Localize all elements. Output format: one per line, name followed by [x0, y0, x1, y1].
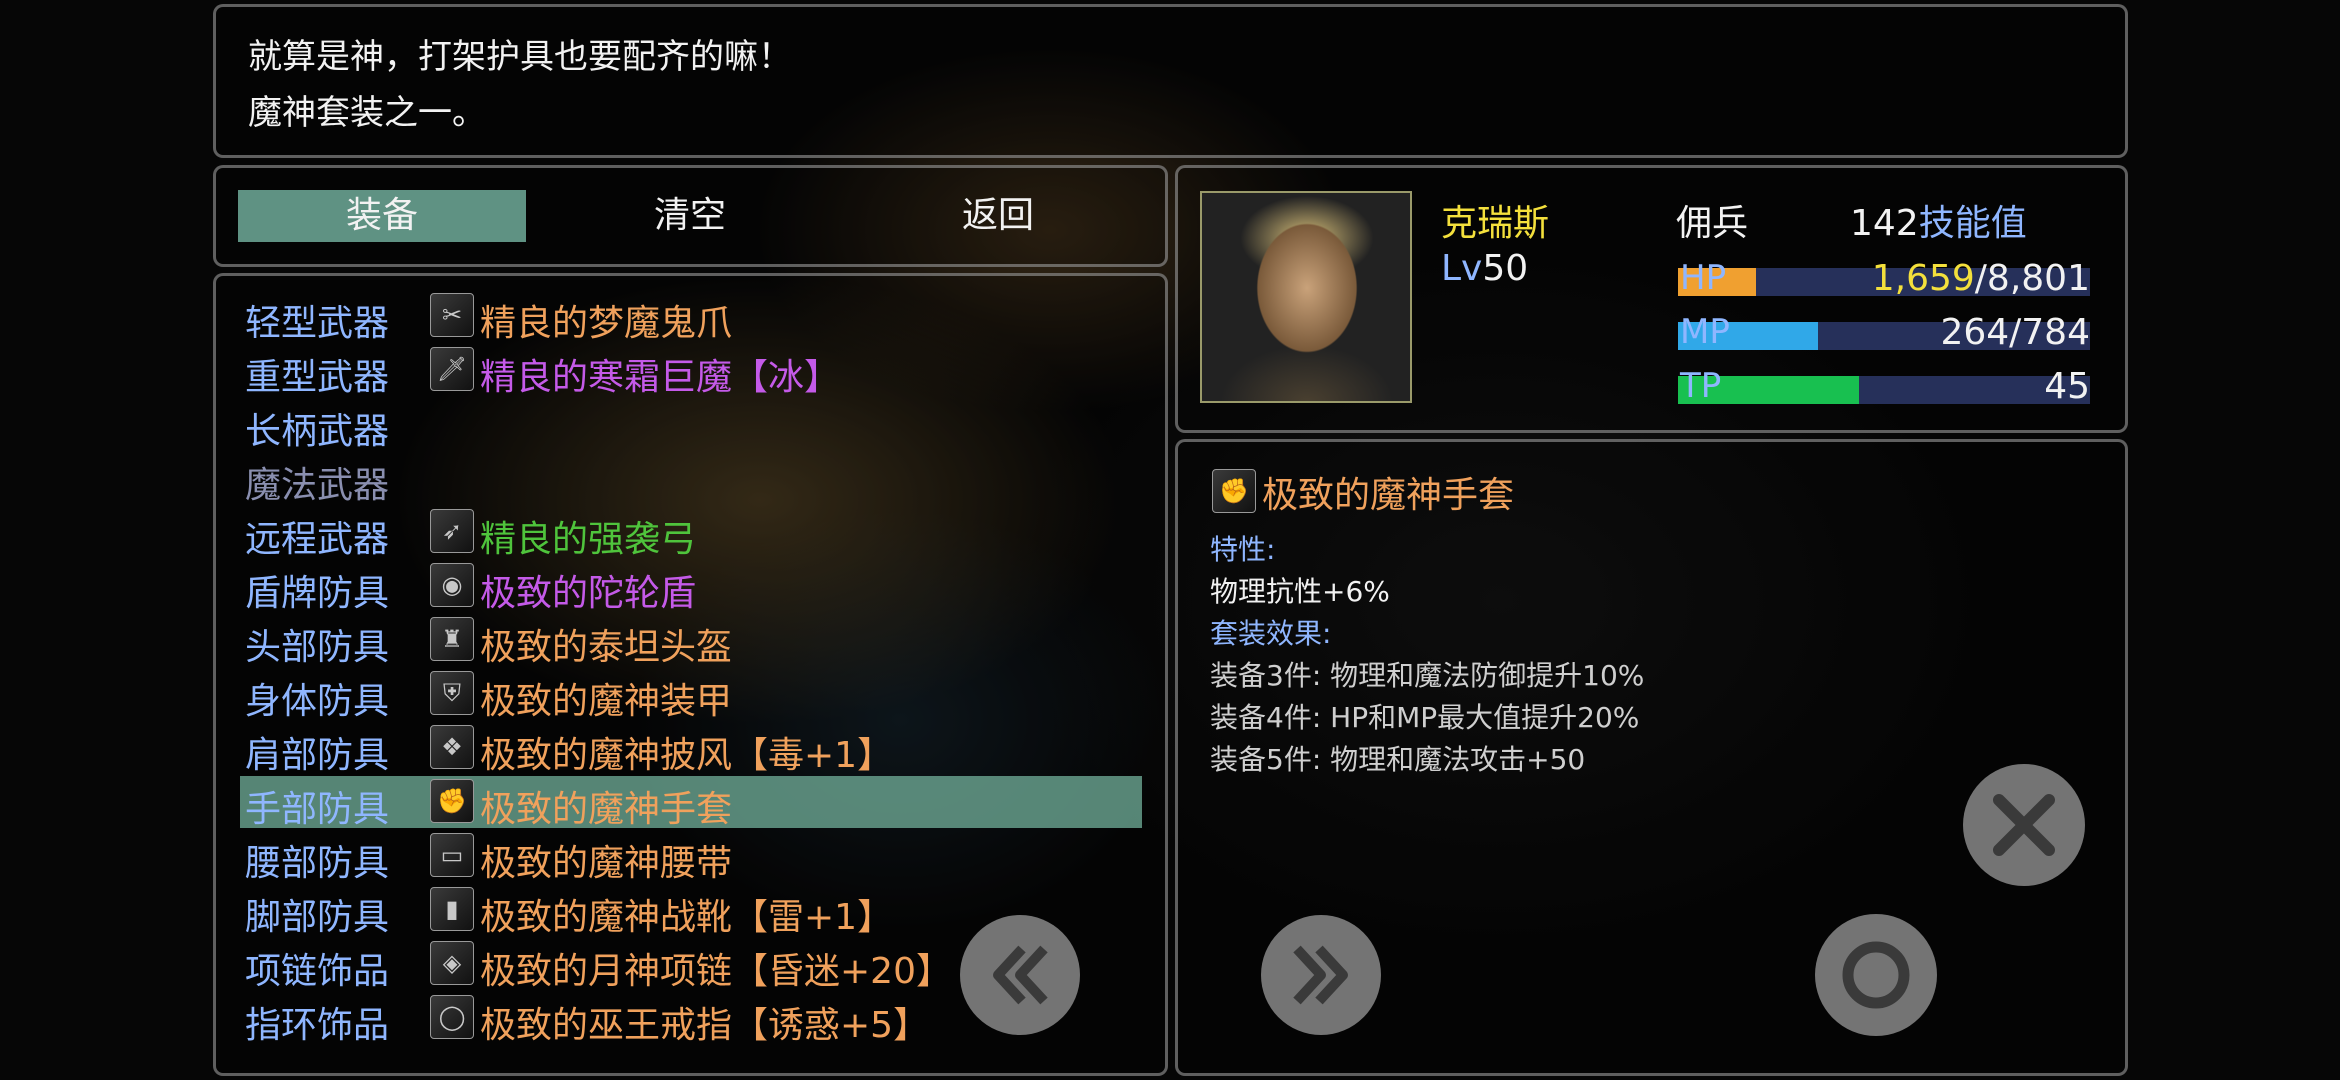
- equipment-slot-row[interactable]: 魔法武器: [240, 452, 1142, 506]
- shield-icon: ◉: [430, 563, 474, 607]
- equipment-slot-row[interactable]: 重型武器 🗡 精良的寒霜巨魔【冰】: [240, 344, 1142, 398]
- skill-points-label: 技能值: [1918, 203, 2027, 244]
- double-chevron-right-icon: [1293, 945, 1348, 1005]
- tp-value: 45: [2044, 366, 2090, 407]
- skill-points-value: 142: [1850, 203, 1919, 244]
- previous-page-button[interactable]: [960, 915, 1080, 1035]
- armor-icon: ⛨: [430, 671, 474, 715]
- tab-equip[interactable]: 装备: [238, 190, 526, 242]
- equipped-item-name: 极致的魔神腰带: [480, 843, 733, 884]
- helmet-icon: ♜: [430, 617, 474, 661]
- double-chevron-left-icon: [993, 945, 1048, 1005]
- detail-item-name: 极致的魔神手套: [1262, 475, 1515, 516]
- necklace-icon: ◈: [430, 941, 474, 985]
- equipment-slot-row[interactable]: 手部防具 ✊ 极致的魔神手套: [240, 776, 1142, 830]
- equipped-item-name: 极致的魔神战靴【雷+1】: [480, 897, 894, 938]
- equipped-item-name: 极致的陀轮盾: [480, 573, 697, 614]
- tp-label: TP: [1680, 366, 1722, 406]
- trait-header: 特性:: [1210, 533, 1276, 566]
- slot-label: 头部防具: [245, 627, 390, 668]
- level-value: 50: [1482, 248, 1529, 289]
- slot-label: 手部防具: [245, 789, 390, 830]
- equipment-slot-row[interactable]: 远程武器 ➶ 精良的强袭弓: [240, 506, 1142, 560]
- close-icon: [1993, 794, 2055, 856]
- set-effect-4: 装备4件: HP和MP最大值提升20%: [1210, 701, 1640, 734]
- slot-label: 重型武器: [245, 357, 390, 398]
- hp-bar: HP 1,659/8,801: [1678, 258, 2090, 299]
- gauntlet-icon: ✊: [1212, 469, 1256, 513]
- equipment-tabs-panel: 装备 清空 返回: [213, 165, 1168, 267]
- slot-label: 项链饰品: [245, 951, 390, 992]
- slot-label: 肩部防具: [245, 735, 390, 776]
- circle-icon: [1842, 941, 1910, 1009]
- cape-icon: ❖: [430, 725, 474, 769]
- item-description-panel: 就算是神，打架护具也要配齐的嘛！ 魔神套装之一。: [213, 4, 2128, 158]
- slot-label: 远程武器: [245, 519, 390, 560]
- slot-label: 魔法武器: [245, 465, 390, 506]
- equipped-item-name: 精良的强袭弓: [480, 519, 697, 560]
- slot-label: 轻型武器: [245, 303, 390, 344]
- level-prefix: Lv: [1441, 248, 1483, 289]
- character-level: Lv50: [1441, 248, 1528, 289]
- belt-icon: ▭: [430, 833, 474, 877]
- close-button[interactable]: [1963, 764, 2085, 886]
- character-class: 佣兵: [1676, 203, 1749, 244]
- equipment-slot-row[interactable]: 长柄武器: [240, 398, 1142, 452]
- sword-icon: 🗡: [430, 347, 474, 391]
- ring-icon: ◯: [430, 995, 474, 1039]
- equipment-slot-row[interactable]: 身体防具 ⛨ 极致的魔神装甲: [240, 668, 1142, 722]
- next-page-button[interactable]: [1261, 915, 1381, 1035]
- slot-label: 身体防具: [245, 681, 390, 722]
- slot-label: 脚部防具: [245, 897, 390, 938]
- set-effect-3: 装备3件: 物理和魔法防御提升10%: [1210, 659, 1645, 692]
- equipped-item-name: 极致的魔神披风【毒+1】: [480, 735, 894, 776]
- equipment-slot-row[interactable]: 轻型武器 ✂ 精良的梦魔鬼爪: [240, 290, 1142, 344]
- equipment-slot-row[interactable]: 头部防具 ♜ 极致的泰坦头盔: [240, 614, 1142, 668]
- hp-max: /8,801: [1974, 258, 2090, 299]
- mp-bar: MP 264/784: [1678, 312, 2090, 353]
- claw-icon: ✂: [430, 293, 474, 337]
- equipped-item-name: 极致的月神项链【昏迷+20】: [480, 951, 952, 992]
- gauntlet-icon: ✊: [430, 779, 474, 823]
- set-effect-5: 装备5件: 物理和魔法攻击+50: [1210, 743, 1586, 776]
- character-name: 克瑞斯: [1441, 203, 1550, 244]
- tp-bar: TP 45: [1678, 366, 2090, 407]
- equipment-slot-row[interactable]: 腰部防具 ▭ 极致的魔神腰带: [240, 830, 1142, 884]
- equipped-item-name: 极致的魔神装甲: [480, 681, 733, 722]
- mp-value: 264/784: [1940, 312, 2090, 353]
- description-line-1: 就算是神，打架护具也要配齐的嘛！: [248, 37, 792, 77]
- tab-clear[interactable]: 清空: [546, 190, 834, 242]
- character-portrait: [1200, 191, 1412, 403]
- slot-label: 腰部防具: [245, 843, 390, 884]
- skill-points: 142技能值: [1850, 194, 2027, 246]
- slot-label: 指环饰品: [245, 1005, 390, 1046]
- hp-label: HP: [1680, 258, 1727, 298]
- bow-icon: ➶: [430, 509, 474, 553]
- tab-back[interactable]: 返回: [854, 190, 1142, 242]
- mp-label: MP: [1680, 312, 1730, 352]
- equipped-item-name: 极致的魔神手套: [480, 789, 733, 830]
- confirm-button[interactable]: [1815, 914, 1937, 1036]
- equipment-slot-row[interactable]: 盾牌防具 ◉ 极致的陀轮盾: [240, 560, 1142, 614]
- slot-label: 长柄武器: [245, 411, 390, 452]
- boots-icon: ▮: [430, 887, 474, 931]
- set-effect-header: 套装效果:: [1210, 617, 1332, 650]
- description-line-2: 魔神套装之一。: [248, 93, 486, 133]
- hp-value: 1,659/8,801: [1872, 258, 2090, 299]
- equipped-item-name: 精良的梦魔鬼爪: [480, 303, 733, 344]
- equipped-item-name: 极致的巫王戒指【诱惑+5】: [480, 1005, 930, 1046]
- character-status-panel: 克瑞斯 Lv50 佣兵 142技能值 HP 1,659/8,801 MP 264…: [1175, 165, 2128, 433]
- equipment-slot-row[interactable]: 肩部防具 ❖ 极致的魔神披风【毒+1】: [240, 722, 1142, 776]
- trait-value: 物理抗性+6%: [1210, 575, 1390, 608]
- equipped-item-name: 精良的寒霜巨魔【冰】: [480, 357, 841, 398]
- equipped-item-name: 极致的泰坦头盔: [480, 627, 733, 668]
- slot-label: 盾牌防具: [245, 573, 390, 614]
- hp-current: 1,659: [1871, 258, 1975, 299]
